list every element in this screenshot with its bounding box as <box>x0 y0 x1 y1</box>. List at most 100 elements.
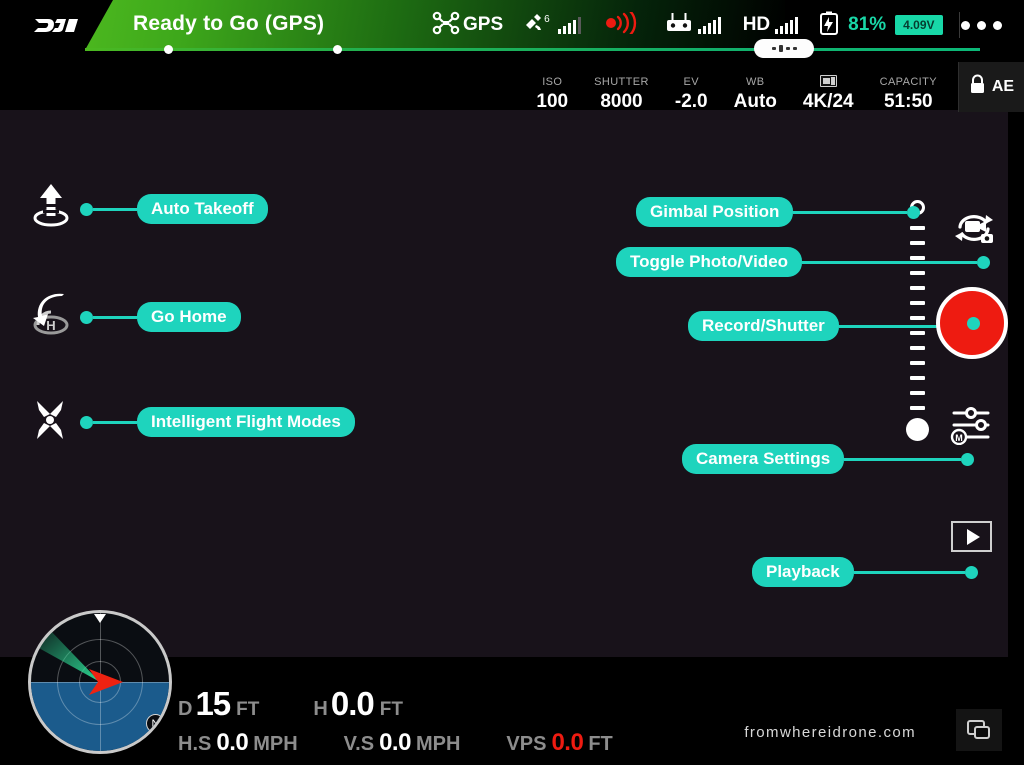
iso-value: 100 <box>536 91 569 112</box>
capacity-label: CAPACITY <box>879 76 937 88</box>
gimbal-slider-knob[interactable] <box>906 418 929 441</box>
callout-leader-go-home <box>93 315 137 319</box>
wb-value: Auto <box>733 91 777 112</box>
distance-unit: FT <box>236 699 260 720</box>
remote-controller-status[interactable] <box>665 0 721 50</box>
status-icon-group: GPS 6 HD 81% 4.09V <box>432 0 960 50</box>
status-line-dot-1 <box>164 45 173 54</box>
status-line-dot-2 <box>333 45 342 54</box>
distance-value: 15 <box>195 685 231 722</box>
callout-label-toggle-photo-video: Toggle Photo/Video <box>616 247 803 277</box>
go-home-button[interactable]: H <box>28 292 74 345</box>
callout-label-camera-settings: Camera Settings <box>682 444 845 474</box>
camera-setting-ev[interactable]: EV -2.0 <box>662 76 721 112</box>
callout-label-ifm: Intelligent Flight Modes <box>137 407 355 437</box>
gimbal-tick-5 <box>910 286 925 290</box>
intelligent-flight-modes-button[interactable] <box>26 396 74 449</box>
gps-status[interactable]: GPS <box>432 0 503 50</box>
status-divider <box>958 12 960 38</box>
satellite-signal-bars <box>557 16 581 34</box>
battery-percent: 81% <box>848 14 887 35</box>
shutter-label: SHUTTER <box>594 76 649 88</box>
lock-icon <box>969 74 986 100</box>
playback-button[interactable] <box>951 521 992 552</box>
record-button-callout-anchor <box>967 317 980 330</box>
more-menu-button[interactable] <box>961 0 1002 50</box>
camera-setting-wb[interactable]: WB Auto <box>721 76 790 112</box>
pip-icon <box>967 720 990 739</box>
voltage-badge: 4.09V <box>895 15 943 35</box>
ae-lock-button[interactable]: AE <box>958 62 1024 112</box>
gimbal-tick-6 <box>910 301 925 305</box>
vspeed-value: 0.0 <box>379 729 411 756</box>
telemetry-readouts: D 15 FT H 0.0 FT H.S 0.0 MPH V.S 0.0 MPH… <box>178 685 613 757</box>
rc-transmit-status[interactable] <box>603 0 643 50</box>
radio-wave-icon <box>603 9 643 39</box>
satellite-status[interactable]: 6 <box>523 0 581 50</box>
svg-text:M: M <box>955 433 963 443</box>
callout-label-gimbal-position: Gimbal Position <box>636 197 794 227</box>
sd-card-icon <box>819 75 837 87</box>
hspeed-key: H.S <box>178 733 212 755</box>
auto-takeoff-button[interactable] <box>28 182 74 235</box>
camera-setting-resolution[interactable]: 4K/24 <box>790 75 867 112</box>
gimbal-tick-2 <box>910 241 925 245</box>
dji-flight-app: Ready to Go (GPS) GPS 6 HD 81% 4.09V ISO… <box>0 0 1024 765</box>
callout-label-record-shutter: Record/Shutter <box>688 311 839 341</box>
callout-toggle-photo-video: Toggle Photo/Video <box>616 247 991 277</box>
play-icon <box>966 528 980 545</box>
camera-setting-capacity[interactable]: CAPACITY 51:50 <box>867 76 950 112</box>
callout-leader-auto-takeoff <box>93 207 137 211</box>
hspeed-value: 0.0 <box>216 729 249 756</box>
radar-heading-marker <box>94 614 106 623</box>
gimbal-tick-13 <box>910 406 925 410</box>
dot-3-icon <box>993 20 1002 30</box>
gimbal-tick-12 <box>910 391 925 395</box>
telemetry-row-primary: D 15 FT H 0.0 FT <box>178 685 613 727</box>
height-unit: FT <box>379 699 403 720</box>
callout-leader-playback <box>853 570 965 574</box>
radar-north-badge: N <box>146 714 165 733</box>
callout-playback: Playback <box>752 557 978 587</box>
gps-label: GPS <box>463 14 504 35</box>
hd-video-status[interactable]: HD <box>742 0 799 50</box>
vps-unit: FT <box>588 733 613 755</box>
height-value: 0.0 <box>330 685 375 722</box>
callout-leader-camera-settings <box>844 457 962 461</box>
hspeed-unit: MPH <box>253 733 298 755</box>
watermark-text: fromwhereidrone.com <box>744 724 916 741</box>
battery-icon <box>818 11 840 40</box>
flight-status-title: Ready to Go (GPS) <box>133 12 325 35</box>
camera-settings-button[interactable]: M <box>950 403 996 450</box>
callout-leader-gimbal-position <box>793 210 908 214</box>
vspeed-unit: MPH <box>415 733 461 755</box>
telemetry-row-secondary: H.S 0.0 MPH V.S 0.0 MPH VPS 0.0 FT <box>178 729 613 757</box>
battery-status[interactable]: 81% 4.09V <box>818 0 943 50</box>
shutter-value: 8000 <box>600 91 643 112</box>
camera-setting-iso[interactable]: ISO 100 <box>523 76 581 112</box>
callout-knob-playback <box>964 565 978 579</box>
vspeed-key: V.S <box>343 733 375 755</box>
picture-in-picture-button[interactable] <box>956 709 1002 751</box>
dji-logo[interactable] <box>33 14 79 36</box>
gimbal-tick-9 <box>910 346 925 350</box>
callout-knob-ifm <box>80 415 93 429</box>
top-status-bar: Ready to Go (GPS) GPS 6 HD 81% 4.09V <box>0 0 1024 58</box>
callout-go-home: Go Home <box>80 302 241 332</box>
hd-label: HD <box>742 14 771 35</box>
radar-map-widget[interactable]: N <box>28 610 172 754</box>
callout-knob-auto-takeoff <box>80 202 93 216</box>
dot-2-icon <box>977 20 986 30</box>
callout-label-go-home: Go Home <box>137 302 241 332</box>
ev-value: -2.0 <box>674 91 708 112</box>
callout-intelligent-flight-modes: Intelligent Flight Modes <box>80 407 355 437</box>
wb-label: WB <box>745 76 765 88</box>
vps-key: VPS <box>506 733 547 755</box>
callout-knob-camera-settings <box>961 452 975 466</box>
callout-label-playback: Playback <box>752 557 854 587</box>
callout-knob-toggle-photo-video <box>977 255 991 269</box>
callout-label-auto-takeoff: Auto Takeoff <box>137 194 268 224</box>
distance-key: D <box>178 698 193 720</box>
camera-setting-shutter[interactable]: SHUTTER 8000 <box>581 76 662 112</box>
dot-1-icon <box>961 20 970 30</box>
